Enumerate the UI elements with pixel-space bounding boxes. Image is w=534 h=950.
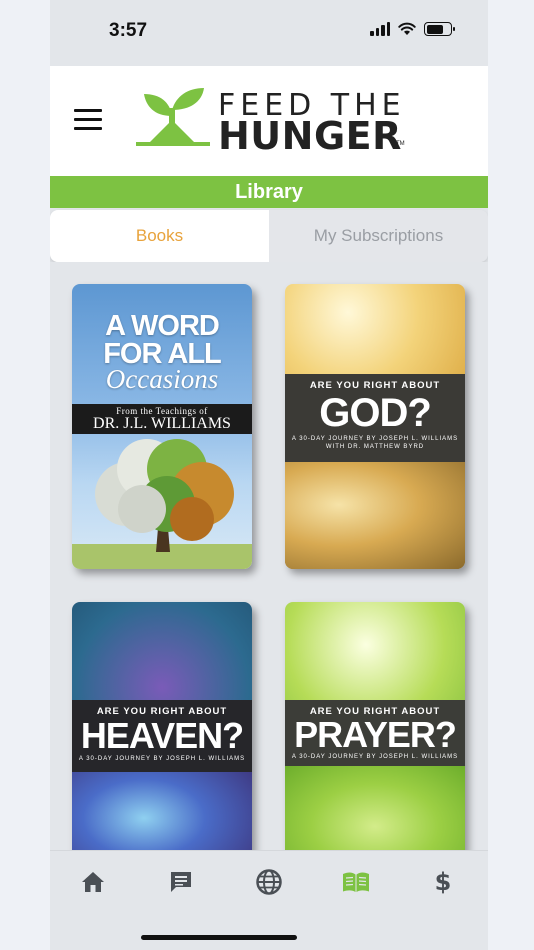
book-title-band: ARE YOU RIGHT ABOUT PRAYER? A 30-DAY JOU… (285, 700, 465, 766)
book-title: GOD? (319, 391, 432, 435)
nebula-illustration (72, 772, 252, 850)
leaves-illustration (285, 766, 465, 850)
tab-globe[interactable] (247, 867, 291, 897)
status-icons (370, 22, 455, 36)
home-icon (82, 872, 104, 892)
library-tabs: Books My Subscriptions (50, 210, 488, 262)
library-title-bar: Library (50, 176, 488, 208)
wifi-icon (398, 22, 416, 35)
cellular-signal-icon (370, 22, 390, 36)
book-icon (343, 872, 369, 892)
book-pretitle: ARE YOU RIGHT ABOUT (309, 380, 441, 391)
tab-give[interactable]: $ (421, 867, 465, 897)
tab-my-subscriptions[interactable]: My Subscriptions (269, 210, 488, 262)
book-grid: A WORD FOR ALL Occasions From the Teachi… (50, 262, 488, 850)
tree-illustration (72, 439, 252, 569)
clouds-illustration (285, 462, 465, 569)
app-header: FEED THE HUNGER TM (50, 66, 488, 176)
tab-books[interactable]: Books (50, 210, 269, 262)
tab-library[interactable] (334, 867, 378, 897)
globe-icon (256, 869, 282, 895)
status-bar: 3:57 (50, 0, 488, 66)
book-subtitle-coauthor: WITH DR. MATTHEW BYRD (325, 444, 425, 450)
chat-icon (171, 872, 191, 892)
book-cover-are-you-right-about-heaven[interactable]: ARE YOU RIGHT ABOUT HEAVEN? A 30-DAY JOU… (72, 602, 252, 850)
tab-home[interactable] (71, 867, 115, 897)
status-time: 3:57 (109, 20, 148, 41)
battery-icon (424, 22, 455, 36)
book-subtitle: A 30-DAY JOURNEY BY JOSEPH L. WILLIAMS (78, 756, 246, 762)
book-title-line: Occasions (105, 364, 219, 394)
book-title: HEAVEN? (80, 715, 244, 756)
book-author-strip: From the Teachings of DR. J.L. WILLIAMS (72, 404, 252, 434)
sprout-logo-icon (136, 88, 210, 146)
book-strip-author: DR. J.L. WILLIAMS (93, 415, 231, 432)
book-cover-are-you-right-about-god[interactable]: ARE YOU RIGHT ABOUT GOD? A 30-DAY JOURNE… (285, 284, 465, 569)
hamburger-menu-icon[interactable] (74, 109, 102, 131)
tab-messages[interactable] (159, 867, 203, 897)
feed-the-hunger-logo: FEED THE HUNGER TM (136, 84, 406, 158)
book-title: PRAYER? (294, 714, 457, 755)
book-title-band: ARE YOU RIGHT ABOUT GOD? A 30-DAY JOURNE… (285, 374, 465, 462)
book-cover-are-you-right-about-prayer[interactable]: ARE YOU RIGHT ABOUT PRAYER? A 30-DAY JOU… (285, 602, 465, 850)
dollar-icon: $ (434, 868, 452, 896)
logo-trademark: TM (396, 141, 405, 147)
phone-screen: 3:57 FEED THE HUNGER TM Library Books My… (50, 0, 488, 950)
book-subtitle: A 30-DAY JOURNEY BY JOSEPH L. WILLIAMS (291, 436, 459, 442)
book-title-band: ARE YOU RIGHT ABOUT HEAVEN? A 30-DAY JOU… (72, 700, 252, 772)
home-indicator[interactable] (141, 935, 297, 940)
book-cover-a-word-for-all-occasions[interactable]: A WORD FOR ALL Occasions From the Teachi… (72, 284, 252, 569)
logo-text-bottom: HUNGER (218, 114, 402, 158)
book-subtitle: A 30-DAY JOURNEY BY JOSEPH L. WILLIAMS (291, 754, 459, 760)
